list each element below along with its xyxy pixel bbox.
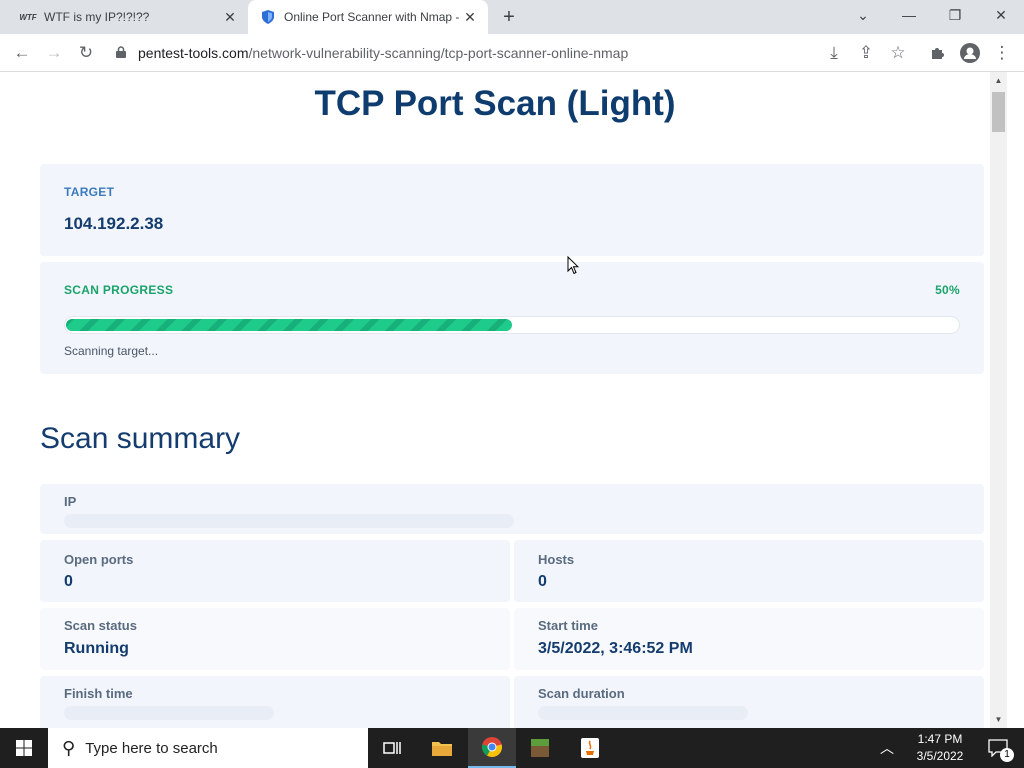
search-icon: ⚲ [62, 737, 76, 758]
scan-duration-label: Scan duration [538, 686, 625, 701]
minimize-icon[interactable]: — [886, 0, 932, 30]
scan-status-cell: Scan status Running [40, 608, 510, 670]
windows-start-icon[interactable] [0, 728, 48, 768]
open-ports-value: 0 [64, 573, 73, 590]
tab-wtf-is-my-ip[interactable]: WTF WTF is my IP?!?!?? ✕ [8, 0, 248, 34]
hosts-value: 0 [538, 573, 547, 590]
taskbar-search-box[interactable]: ⚲ Type here to search [48, 728, 368, 768]
windows-taskbar: ⚲ Type here to search ︿ 1:47 PM 3/5/2022… [0, 728, 1024, 768]
scan-summary-title: Scan summary [40, 422, 241, 455]
scan-status-value: Running [64, 640, 129, 657]
url-path: /network-vulnerability-scanning/tcp-port… [248, 45, 629, 61]
start-time-label: Start time [538, 618, 598, 633]
scan-progress-label: SCAN PROGRESS [64, 283, 174, 297]
scroll-down-arrow-icon[interactable]: ▼ [990, 711, 1007, 728]
share-icon[interactable]: ⇪ [852, 39, 880, 67]
hosts-label: Hosts [538, 552, 575, 567]
tab-online-port-scanner[interactable]: Online Port Scanner with Nmap - ✕ [248, 0, 488, 34]
forward-icon[interactable]: → [40, 39, 68, 67]
scan-progress-status: Scanning target... [64, 344, 159, 358]
target-value: 104.192.2.38 [64, 214, 164, 233]
tab-search-chevron-icon[interactable]: ⌄ [840, 0, 886, 30]
taskbar-search-placeholder: Type here to search [85, 739, 218, 757]
file-explorer-icon[interactable] [418, 728, 466, 768]
lock-icon[interactable] [116, 45, 130, 61]
back-icon[interactable]: ← [8, 39, 36, 67]
profile-avatar-icon[interactable] [956, 39, 984, 67]
address-bar[interactable]: pentest-tools.com/network-vulnerability-… [108, 38, 916, 68]
install-app-icon[interactable]: ⤓ [820, 39, 848, 67]
finish-time-cell: Finish time [40, 676, 510, 728]
scan-progress-card: SCAN PROGRESS 50% Scanning target... [40, 262, 984, 374]
clock-time: 1:47 PM [917, 732, 963, 746]
browser-toolbar: ← → ↻ pentest-tools.com/network-vulnerab… [0, 34, 1024, 72]
start-time-cell: Start time 3/5/2022, 3:46:52 PM [514, 608, 984, 670]
scroll-up-arrow-icon[interactable]: ▲ [990, 72, 1007, 89]
minecraft-icon[interactable] [516, 728, 564, 768]
open-ports-label: Open ports [64, 552, 134, 567]
ip-row: IP [40, 484, 984, 534]
page-content: TCP Port Scan (Light) TARGET 104.192.2.3… [0, 72, 990, 728]
browser-menu-icon[interactable]: ⋮ [988, 39, 1016, 67]
url-host: pentest-tools.com [138, 45, 249, 61]
ip-loading-placeholder [64, 514, 514, 528]
hosts-cell: Hosts 0 [514, 540, 984, 602]
shield-icon [260, 9, 276, 25]
new-tab-icon[interactable]: + [498, 6, 520, 28]
target-card: TARGET 104.192.2.38 [40, 164, 984, 256]
scrollbar-thumb[interactable] [992, 92, 1005, 132]
page-scrollbar[interactable]: ▲ ▼ [990, 72, 1007, 728]
notifications-icon[interactable]: 1 [978, 728, 1018, 768]
finish-time-label: Finish time [64, 686, 133, 701]
close-window-icon[interactable]: ✕ [978, 0, 1024, 30]
restore-icon[interactable]: ❐ [932, 0, 978, 30]
finish-time-loading-placeholder [64, 706, 274, 720]
start-time-value: 3/5/2022, 3:46:52 PM [538, 640, 693, 657]
wtf-favicon-icon: WTF [19, 12, 37, 22]
page-title: TCP Port Scan (Light) [314, 84, 676, 123]
task-view-icon[interactable] [368, 728, 416, 768]
reload-icon[interactable]: ↻ [72, 39, 100, 67]
scan-duration-cell: Scan duration [514, 676, 984, 728]
extensions-puzzle-icon[interactable] [924, 39, 952, 67]
chrome-icon[interactable] [468, 728, 516, 768]
open-ports-cell: Open ports 0 [40, 540, 510, 602]
window-right-edge [1007, 72, 1024, 728]
notification-count-badge: 1 [1000, 748, 1014, 762]
clock-date: 3/5/2022 [916, 749, 964, 763]
mouse-cursor-icon [567, 256, 579, 275]
scan-status-label: Scan status [64, 618, 137, 633]
tab-title: WTF is my IP?!?!?? [44, 10, 150, 24]
bookmark-star-icon[interactable]: ☆ [884, 39, 912, 67]
show-hidden-icons-chevron-icon[interactable]: ︿ [872, 728, 902, 768]
target-label: TARGET [64, 185, 115, 199]
scan-progress-fill [66, 319, 512, 331]
scan-progress-bar [64, 316, 960, 334]
scan-duration-loading-placeholder [538, 706, 748, 720]
ip-label: IP [64, 494, 77, 509]
scan-progress-percent: 50% [935, 283, 960, 297]
close-tab-icon[interactable]: ✕ [460, 7, 480, 27]
taskbar-clock[interactable]: 1:47 PM 3/5/2022 [910, 731, 970, 765]
java-icon[interactable] [566, 728, 614, 768]
browser-tab-strip: WTF WTF is my IP?!?!?? ✕ Online Port Sca… [0, 0, 1024, 34]
close-tab-icon[interactable]: ✕ [220, 7, 240, 27]
tab-title: Online Port Scanner with Nmap - [284, 10, 460, 24]
